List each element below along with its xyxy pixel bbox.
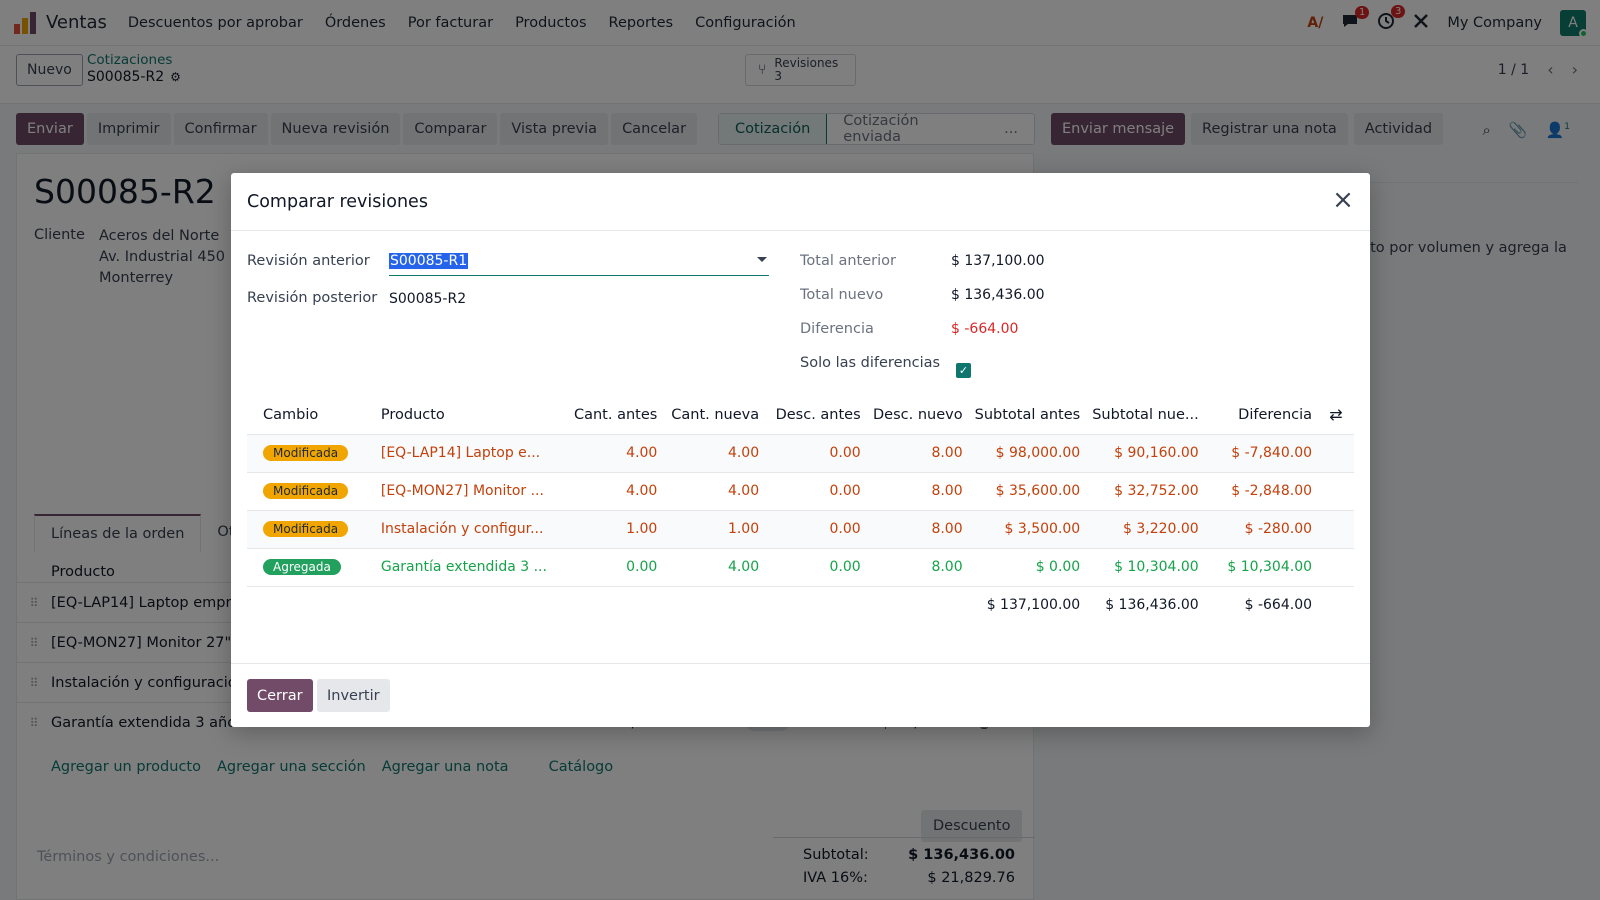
chevron-down-icon[interactable] (757, 257, 767, 262)
column-header-subtotal-before[interactable]: Subtotal antes (968, 396, 1087, 435)
qty-before-cell: 1.00 (559, 510, 664, 549)
table-row[interactable]: Modificada [EQ-MON27] Monitor ... 4.00 4… (247, 472, 1354, 511)
disc-before-cell: 0.00 (765, 434, 867, 473)
column-header-qty-new[interactable]: Cant. nueva (663, 396, 766, 435)
change-badge: Modificada (263, 521, 349, 537)
next-revision-label: Revisión posterior (247, 290, 378, 306)
total-prev-label: Total anterior (800, 253, 896, 269)
subtotal-new-cell: $ 10,304.00 (1086, 548, 1205, 587)
sliders-icon[interactable]: ⇄ (1329, 405, 1342, 424)
difference-cell: $ 10,304.00 (1204, 548, 1319, 587)
column-settings[interactable]: ⇄ (1318, 396, 1354, 435)
qty-before-cell: 0.00 (559, 548, 664, 587)
disc-before-cell: 0.00 (765, 510, 867, 549)
only-differences-label: Solo las diferencias (800, 355, 941, 371)
qty-before-cell: 4.00 (559, 472, 664, 511)
prev-revision-value: S00085-R1 (389, 253, 469, 269)
subtotal-before-cell: $ 0.00 (968, 548, 1087, 587)
total-new-value: $ 136,436.00 (951, 287, 1045, 303)
close-icon[interactable]: × (1330, 187, 1356, 213)
compare-revisions-dialog: Comparar revisiones × Revisión anterior … (231, 173, 1370, 727)
total-new-label: Total nuevo (800, 287, 884, 303)
disc-before-cell: 0.00 (765, 472, 867, 511)
table-row[interactable]: Modificada [EQ-LAP14] Laptop e... 4.00 4… (247, 434, 1354, 473)
prev-revision-select[interactable]: S00085-R1 (389, 248, 769, 276)
prev-revision-label: Revisión anterior (247, 253, 370, 269)
only-differences-checkbox[interactable]: ✓ (956, 363, 971, 378)
close-button[interactable]: Cerrar (247, 679, 313, 712)
total-subtotal-before: $ 137,100.00 (986, 597, 1081, 614)
change-badge: Modificada (263, 483, 349, 499)
disc-before-cell: 0.00 (765, 548, 867, 587)
dialog-footer: Cerrar Invertir (231, 663, 1370, 727)
product-cell: [EQ-MON27] Monitor ... (374, 472, 560, 511)
subtotal-before-cell: $ 3,500.00 (968, 510, 1087, 549)
disc-new-cell: 8.00 (866, 472, 969, 511)
qty-before-cell: 4.00 (559, 434, 664, 473)
qty-new-cell: 4.00 (663, 434, 766, 473)
column-header-qty-before[interactable]: Cant. antes (559, 396, 664, 435)
change-badge: Agregada (263, 559, 341, 575)
total-prev-value: $ 137,100.00 (951, 253, 1045, 269)
next-revision-value: S00085-R2 (389, 291, 467, 307)
disc-new-cell: 8.00 (866, 434, 969, 473)
invert-button[interactable]: Invertir (317, 679, 390, 712)
table-row[interactable]: Modificada Instalación y configur... 1.0… (247, 510, 1354, 549)
column-header-disc-before[interactable]: Desc. antes (765, 396, 867, 435)
column-header-disc-new[interactable]: Desc. nuevo (866, 396, 969, 435)
table-row[interactable]: Agregada Garantía extendida 3 ... 0.00 4… (247, 548, 1354, 587)
total-difference: $ -664.00 (1244, 597, 1313, 614)
subtotal-before-cell: $ 35,600.00 (968, 472, 1087, 511)
change-badge: Modificada (263, 445, 349, 461)
dialog-title: Comparar revisiones (247, 191, 428, 212)
difference-label: Diferencia (800, 321, 874, 337)
column-header-difference[interactable]: Diferencia (1204, 396, 1319, 435)
subtotal-before-cell: $ 98,000.00 (968, 434, 1087, 473)
table-totals-row: $ 137,100.00 $ 136,436.00 $ -664.00 (247, 586, 1354, 624)
product-cell: [EQ-LAP14] Laptop e... (374, 434, 560, 473)
total-subtotal-new: $ 136,436.00 (1105, 597, 1199, 614)
product-cell: Garantía extendida 3 ... (374, 548, 560, 587)
difference-value: $ -664.00 (951, 321, 1019, 337)
revision-comparison-table: Cambio Producto Cant. antes Cant. nueva … (247, 396, 1354, 624)
subtotal-new-cell: $ 3,220.00 (1086, 510, 1205, 549)
column-header-product[interactable]: Producto (374, 396, 560, 435)
column-header-subtotal-new[interactable]: Subtotal nue... (1086, 396, 1205, 435)
difference-cell: $ -7,840.00 (1204, 434, 1319, 473)
dialog-header: Comparar revisiones (231, 173, 1370, 231)
difference-cell: $ -280.00 (1204, 510, 1319, 549)
difference-cell: $ -2,848.00 (1204, 472, 1319, 511)
qty-new-cell: 4.00 (663, 548, 766, 587)
column-header-change[interactable]: Cambio (247, 396, 375, 435)
qty-new-cell: 4.00 (663, 472, 766, 511)
disc-new-cell: 8.00 (866, 510, 969, 549)
qty-new-cell: 1.00 (663, 510, 766, 549)
subtotal-new-cell: $ 32,752.00 (1086, 472, 1205, 511)
subtotal-new-cell: $ 90,160.00 (1086, 434, 1205, 473)
product-cell: Instalación y configur... (374, 510, 560, 549)
disc-new-cell: 8.00 (866, 548, 969, 587)
